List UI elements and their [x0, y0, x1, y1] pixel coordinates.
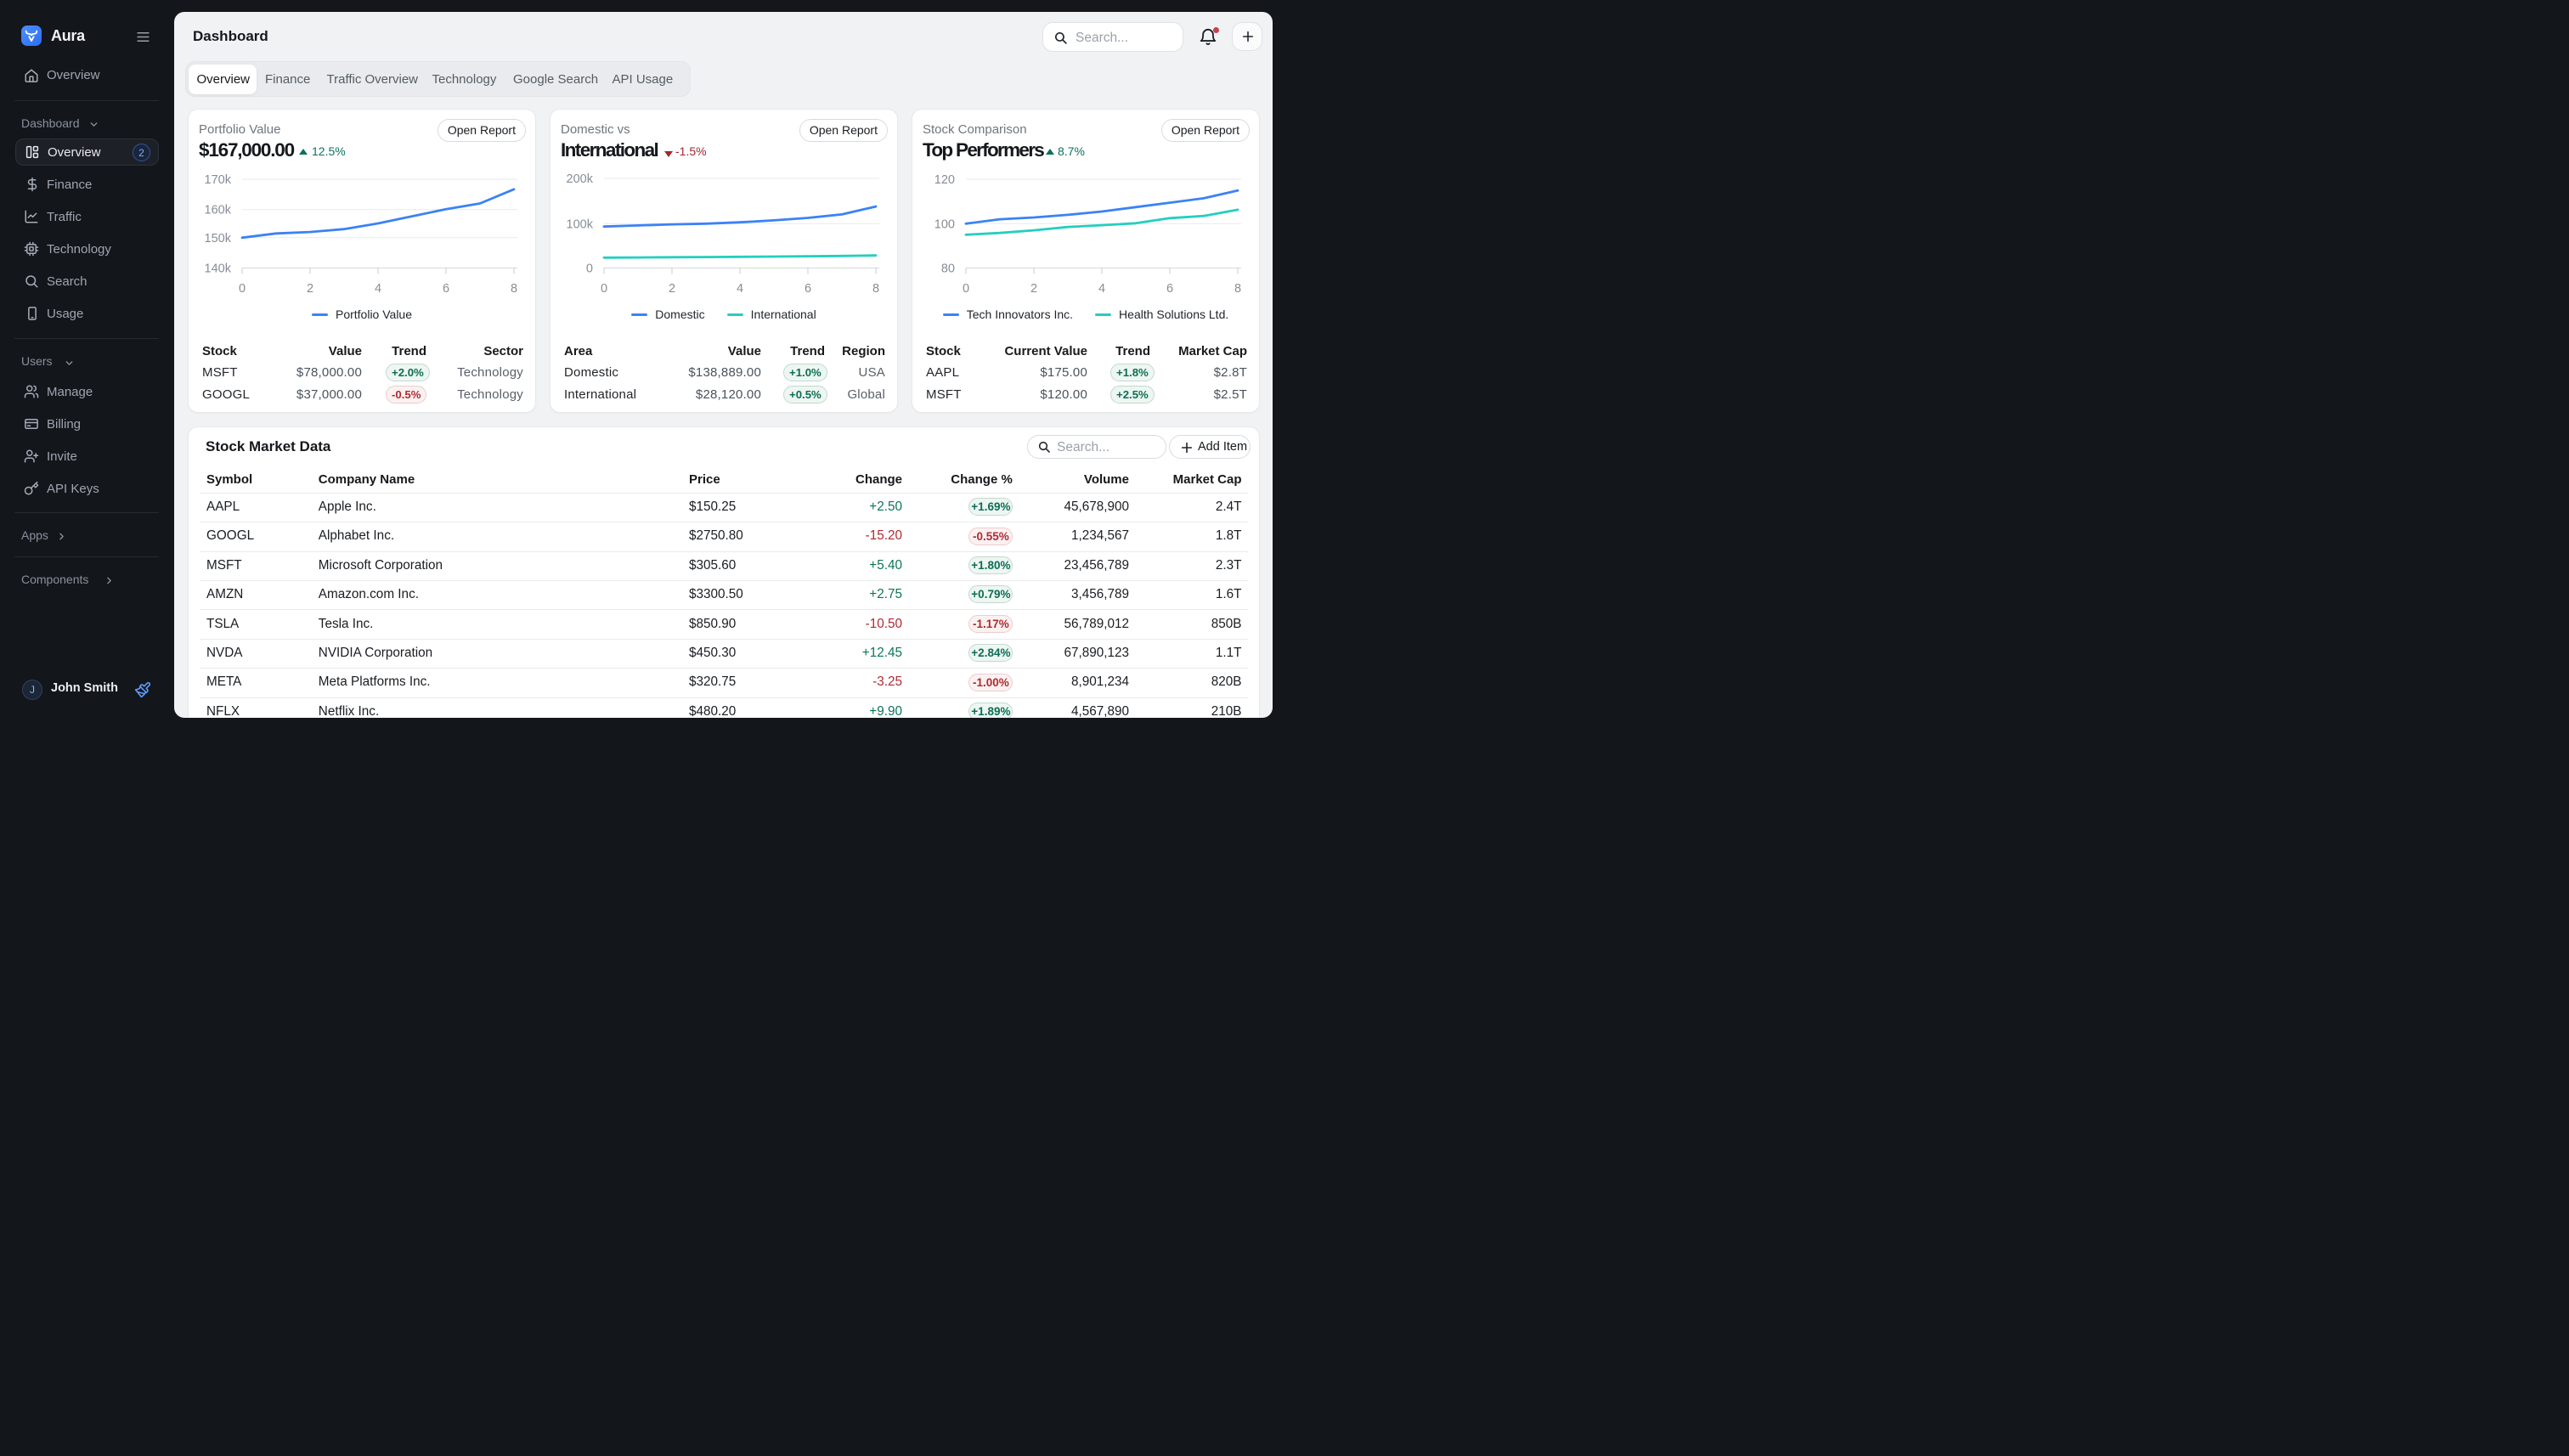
svg-text:150k: 150k [205, 232, 232, 245]
svg-text:100: 100 [934, 217, 955, 231]
svg-text:200k: 200k [567, 172, 594, 186]
svg-text:6: 6 [443, 282, 449, 296]
svg-text:4: 4 [737, 282, 743, 296]
svg-text:0: 0 [239, 282, 246, 296]
svg-text:8: 8 [511, 282, 517, 296]
svg-text:2: 2 [307, 282, 313, 296]
svg-text:100k: 100k [567, 217, 594, 231]
svg-text:6: 6 [805, 282, 811, 296]
svg-text:4: 4 [1098, 282, 1105, 296]
svg-text:2: 2 [1030, 282, 1037, 296]
svg-text:80: 80 [941, 262, 955, 275]
svg-text:0: 0 [963, 282, 969, 296]
svg-text:120: 120 [934, 173, 955, 187]
svg-text:8: 8 [1234, 282, 1241, 296]
svg-text:4: 4 [375, 282, 381, 296]
svg-text:160k: 160k [205, 204, 232, 217]
svg-text:6: 6 [1166, 282, 1173, 296]
svg-text:2: 2 [669, 282, 675, 296]
svg-text:170k: 170k [205, 173, 232, 187]
svg-text:0: 0 [601, 282, 607, 296]
svg-text:8: 8 [872, 282, 879, 296]
svg-text:0: 0 [586, 262, 593, 275]
svg-text:140k: 140k [205, 262, 232, 275]
